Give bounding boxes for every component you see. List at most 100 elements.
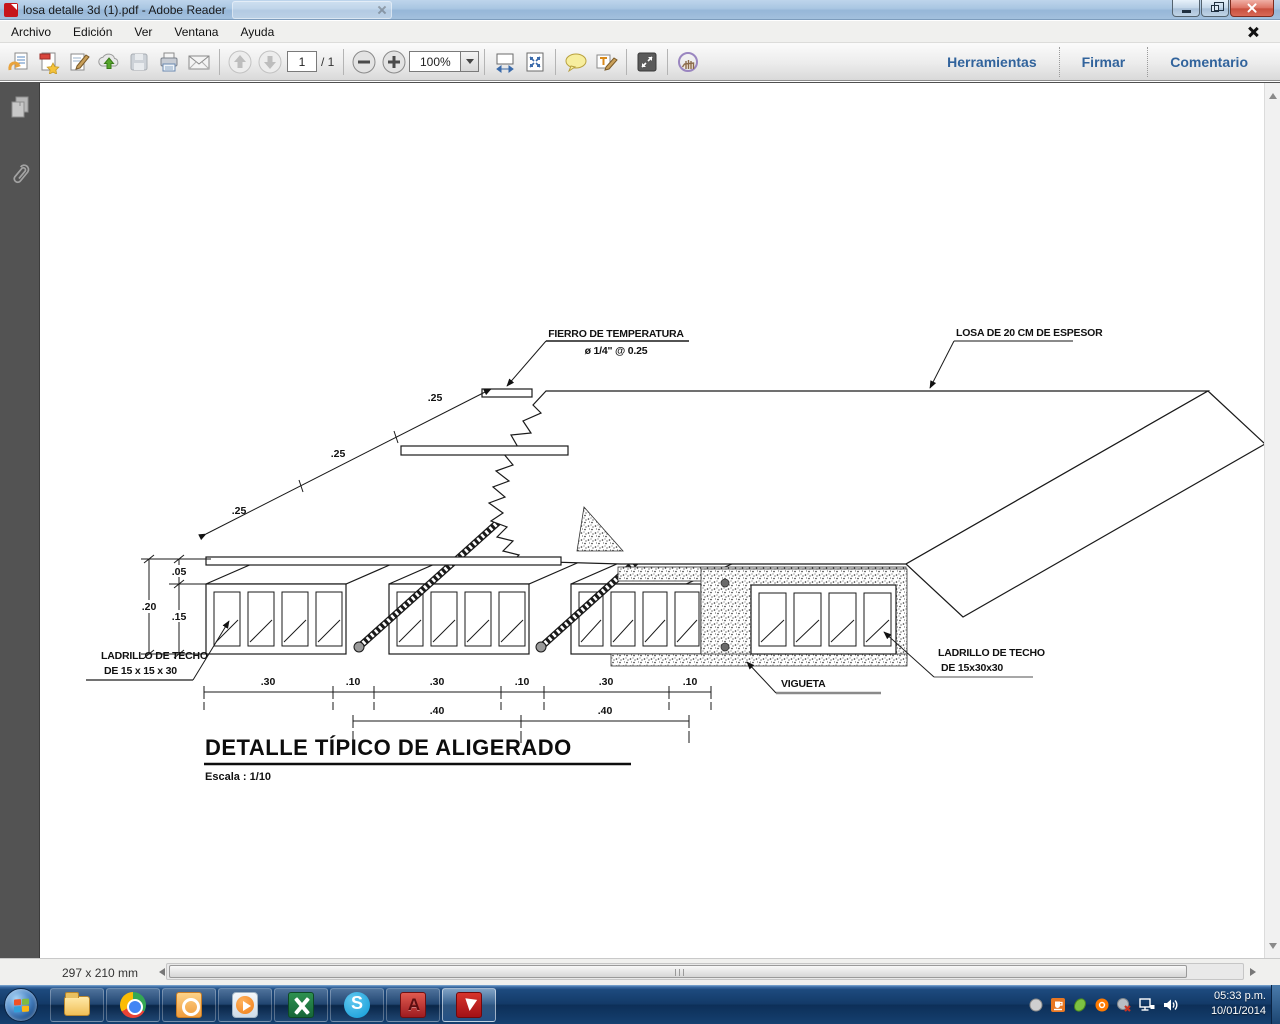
firmar-button[interactable]: Firmar [1060, 54, 1148, 70]
dimension-chain-top: .30 .10 .30 .10 .30 .10 [204, 676, 711, 710]
page-total-label: / 1 [321, 55, 334, 69]
taskbar-adobe-reader-button[interactable] [442, 988, 496, 1022]
page-number-input[interactable] [287, 51, 317, 72]
comment-bubble-button[interactable] [561, 47, 591, 77]
fit-page-button[interactable] [520, 47, 550, 77]
open-button[interactable] [4, 47, 34, 77]
hidden-icons-button[interactable] [1028, 997, 1044, 1013]
print-button[interactable] [154, 47, 184, 77]
zoom-level-value[interactable]: 100% [409, 51, 461, 72]
toolbar-separator [484, 49, 485, 75]
text-annotation-button[interactable] [591, 47, 621, 77]
fit-page-icon [523, 50, 547, 74]
svg-text:.25: .25 [331, 448, 346, 460]
taskbar-excel-button[interactable] [274, 988, 328, 1022]
print-icon [157, 50, 181, 74]
restore-button[interactable] [1201, 0, 1229, 17]
comentario-button[interactable]: Comentario [1148, 54, 1270, 70]
taskbar-media-player-button[interactable] [218, 988, 272, 1022]
svg-text:.20: .20 [142, 601, 157, 613]
minimize-button[interactable] [1172, 0, 1200, 17]
taskbar-skype-button[interactable] [330, 988, 384, 1022]
show-desktop-button[interactable] [1271, 985, 1280, 1024]
menu-ventana[interactable]: Ventana [163, 22, 229, 42]
scrollbar-grip [675, 969, 685, 976]
ladrillo-right-label: LADRILLO DE TECHO [938, 647, 1045, 659]
zoom-out-button[interactable] [349, 47, 379, 77]
taskbar-windows-explorer-button[interactable] [50, 988, 104, 1022]
fullscreen-icon [635, 50, 659, 74]
svg-text:.30: .30 [599, 676, 614, 688]
green-status-tray-icon[interactable] [1072, 997, 1088, 1013]
diagonal-dimension: .25 .25 .25 [206, 389, 491, 534]
menu-archivo[interactable]: Archivo [0, 22, 62, 42]
volume-tray-icon[interactable] [1162, 997, 1180, 1013]
horizontal-scrollbar-thumb[interactable] [169, 965, 1187, 978]
fit-width-button[interactable] [490, 47, 520, 77]
navigation-sidebar [0, 83, 40, 959]
scroll-down-icon[interactable] [1269, 943, 1277, 953]
svg-text:.25: .25 [428, 392, 443, 404]
taskbar-clock[interactable]: 05:33 p.m. 10/01/2014 [1211, 989, 1266, 1019]
fit-width-icon [493, 50, 517, 74]
sign-document-button[interactable] [64, 47, 94, 77]
microsoft-excel-icon [288, 992, 314, 1018]
fierro-spec-label: ø 1/4" @ 0.25 [585, 345, 648, 357]
save-button[interactable] [124, 47, 154, 77]
ladrillo-right-size-label: DE 15x30x30 [941, 662, 1003, 674]
clock-time: 05:33 p.m. [1211, 989, 1266, 1004]
vertical-scrollbar[interactable] [1264, 83, 1280, 959]
previous-page-button[interactable] [225, 47, 255, 77]
cloud-upload-button[interactable] [94, 47, 124, 77]
fullscreen-button[interactable] [632, 47, 662, 77]
email-button[interactable] [184, 47, 214, 77]
system-tray [1028, 985, 1180, 1024]
page-thumbnails-icon[interactable] [8, 95, 32, 121]
vertical-dimension: .05 .20 .15 [136, 555, 211, 658]
menu-ayuda[interactable]: Ayuda [229, 22, 285, 42]
desktop: losa detalle 3d (1).pdf - Adobe Reader A… [0, 0, 1280, 1024]
svg-text:.25: .25 [232, 505, 247, 517]
create-pdf-icon [37, 50, 61, 74]
previous-page-icon [227, 49, 253, 75]
svg-text:.30: .30 [430, 676, 445, 688]
background-window-ghost[interactable] [232, 1, 392, 19]
pdf-page[interactable]: .25 .25 .25 .05 .20 .15 [41, 83, 1264, 959]
title-bar[interactable]: losa detalle 3d (1).pdf - Adobe Reader [0, 0, 1280, 20]
toolbar-separator [343, 49, 344, 75]
close-button[interactable] [1230, 0, 1274, 17]
scroll-left-icon[interactable] [155, 968, 165, 976]
minimize-icon [1182, 10, 1191, 13]
next-page-button[interactable] [255, 47, 285, 77]
autocad-icon [400, 992, 426, 1018]
hand-tool-button[interactable] [673, 47, 703, 77]
svg-text:.10: .10 [346, 676, 361, 688]
muted-device-tray-icon[interactable] [1116, 997, 1132, 1013]
next-page-icon [257, 49, 283, 75]
network-tray-icon[interactable] [1138, 997, 1156, 1013]
orange-app-tray-icon[interactable] [1094, 997, 1110, 1013]
menu-edicion[interactable]: Edición [62, 22, 123, 42]
taskbar-chrome-button[interactable] [106, 988, 160, 1022]
skype-icon [344, 992, 370, 1018]
windows-media-player-icon [232, 992, 258, 1018]
menubar-close-icon[interactable] [1247, 26, 1258, 37]
herramientas-button[interactable]: Herramientas [925, 54, 1059, 70]
zoom-dropdown-button[interactable] [461, 51, 479, 72]
horizontal-scrollbar[interactable] [166, 963, 1244, 980]
brick-cross-section [751, 585, 896, 654]
open-icon [7, 50, 31, 74]
status-bar: 297 x 210 mm [0, 958, 1280, 985]
start-button[interactable] [4, 988, 38, 1022]
cloud-upload-icon [96, 50, 122, 74]
scroll-right-icon[interactable] [1250, 968, 1260, 976]
create-pdf-button[interactable] [34, 47, 64, 77]
attachments-icon[interactable] [8, 161, 32, 187]
taskbar-autocad-button[interactable] [386, 988, 440, 1022]
zoom-in-button[interactable] [379, 47, 409, 77]
taskbar-outlook-button[interactable] [162, 988, 216, 1022]
drawing-title-block: DETALLE TÍPICO DE ALIGERADO Escala : 1/1… [204, 735, 631, 783]
menu-ver[interactable]: Ver [123, 22, 163, 42]
java-tray-icon[interactable] [1050, 997, 1066, 1013]
scroll-up-icon[interactable] [1269, 89, 1277, 99]
